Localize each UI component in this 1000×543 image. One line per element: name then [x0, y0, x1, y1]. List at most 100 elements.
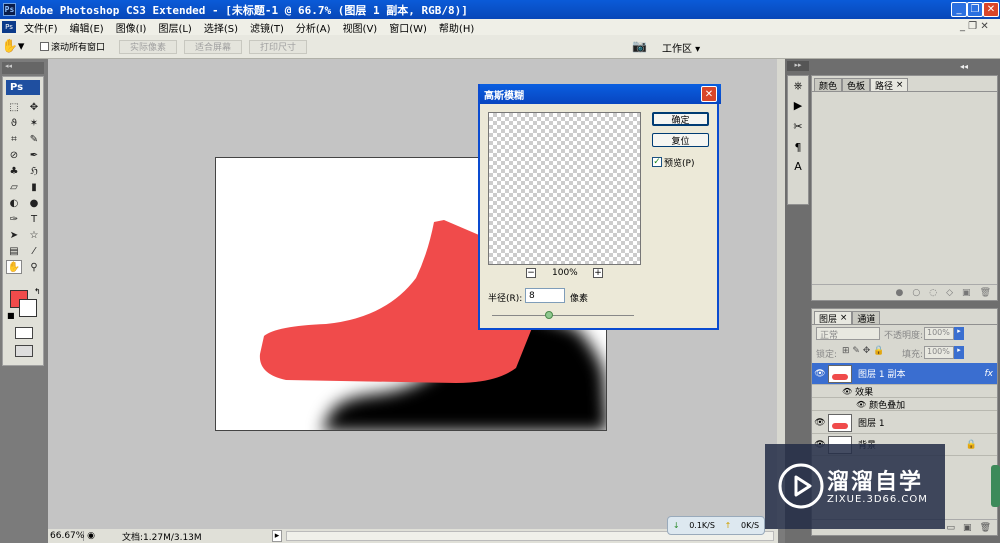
- history-panel-icon[interactable]: ⎈: [788, 79, 808, 93]
- effects-eye-icon[interactable]: 👁: [842, 387, 852, 396]
- pen-tool-icon[interactable]: ✑: [6, 212, 22, 226]
- layer-row-copy[interactable]: 👁 图层 1 副本 fx: [812, 363, 997, 385]
- fill-input[interactable]: 100%: [924, 346, 954, 359]
- healing-tool-icon[interactable]: ⊘: [6, 148, 22, 162]
- close-button[interactable]: ✕: [983, 2, 999, 17]
- fill-arrow-icon[interactable]: ▸: [954, 346, 964, 359]
- paragraph-panel-icon[interactable]: ¶: [788, 141, 808, 154]
- thumb-red-shape: [832, 373, 848, 380]
- blur-tool-icon[interactable]: ◐: [6, 196, 22, 210]
- path-select-tool-icon[interactable]: ➤: [6, 228, 22, 242]
- delete-layer-icon[interactable]: 🗑: [980, 523, 991, 533]
- crop-tool-icon[interactable]: ⌗: [6, 132, 22, 146]
- visibility-eye-icon[interactable]: 👁: [812, 369, 828, 379]
- actions-panel-icon[interactable]: ▶: [788, 99, 808, 112]
- panel-minimize-icon[interactable]: ◂◂: [960, 62, 968, 71]
- menu-select[interactable]: 选择(S): [198, 20, 244, 35]
- background-color-swatch[interactable]: [19, 299, 37, 317]
- character-panel-icon[interactable]: A: [788, 160, 808, 173]
- load-selection-icon[interactable]: ◌: [929, 288, 937, 298]
- menu-file[interactable]: 文件(F): [18, 20, 64, 35]
- eyedropper-tool-icon[interactable]: ⁄: [26, 244, 42, 258]
- workspace-button[interactable]: 工作区 ▾: [662, 40, 700, 55]
- visibility-eye-icon[interactable]: 👁: [812, 418, 828, 428]
- print-size-button[interactable]: 打印尺寸: [249, 39, 308, 54]
- opacity-arrow-icon[interactable]: ▸: [954, 327, 964, 340]
- layer-effects-row[interactable]: 👁 效果: [812, 385, 997, 398]
- restore-button[interactable]: ❐: [967, 2, 983, 17]
- lasso-tool-icon[interactable]: ϑ: [6, 116, 22, 130]
- toolbox-header[interactable]: ◂◂: [2, 62, 44, 74]
- ok-button[interactable]: 确定: [652, 112, 709, 126]
- preview-checkbox[interactable]: ✓: [652, 157, 662, 167]
- filter-preview[interactable]: [488, 112, 641, 265]
- menu-edit[interactable]: 编辑(E): [64, 20, 110, 35]
- doc-window-controls[interactable]: _ ❐ ✕: [960, 21, 989, 32]
- brush-tool-icon[interactable]: ✒: [26, 148, 42, 162]
- dialog-close-icon[interactable]: ✕: [701, 86, 717, 102]
- menu-help[interactable]: 帮助(H): [433, 20, 480, 35]
- hand-tool-icon[interactable]: ✋▾: [0, 39, 26, 54]
- tab-color[interactable]: 颜色: [814, 78, 843, 92]
- radius-slider-thumb[interactable]: [544, 311, 553, 319]
- reset-button[interactable]: 复位: [652, 133, 709, 147]
- new-layer-icon[interactable]: ▣: [963, 523, 972, 533]
- color-overlay-row[interactable]: 👁 颜色叠加: [812, 398, 997, 411]
- make-work-path-icon[interactable]: ◇: [946, 288, 953, 298]
- layer-row-1[interactable]: 👁 图层 1: [812, 412, 997, 434]
- default-colors-icon[interactable]: ■: [7, 311, 15, 320]
- stamp-tool-icon[interactable]: ♣: [6, 164, 22, 178]
- hand-tool-icon-toolbox[interactable]: ✋: [6, 260, 22, 274]
- layer-fx-icon[interactable]: fx: [985, 369, 994, 379]
- zoom-out-icon[interactable]: −: [526, 268, 536, 278]
- zoom-in-icon[interactable]: +: [593, 268, 603, 278]
- tab-paths[interactable]: 路径 ×: [870, 78, 909, 92]
- overlay-eye-icon[interactable]: 👁: [856, 400, 866, 409]
- move-tool-icon[interactable]: ✥: [26, 100, 42, 114]
- tab-channels[interactable]: 通道: [852, 311, 881, 325]
- actual-pixels-button[interactable]: 实际像素: [119, 39, 178, 54]
- tab-layers[interactable]: 图层 ×: [814, 311, 853, 325]
- stroke-path-icon[interactable]: ○: [912, 288, 920, 298]
- notes-tool-icon[interactable]: ▤: [6, 244, 22, 258]
- blend-mode-select[interactable]: 正常: [816, 327, 880, 341]
- marquee-tool-icon[interactable]: ⬚: [6, 100, 22, 114]
- menu-window[interactable]: 窗口(W): [383, 20, 433, 35]
- tab-swatches[interactable]: 色板: [842, 78, 871, 92]
- status-menu-arrow-icon[interactable]: ▸: [272, 530, 282, 542]
- zoom-tool-icon[interactable]: ⚲: [26, 260, 42, 274]
- fill-path-icon[interactable]: ●: [896, 288, 904, 298]
- shape-tool-icon[interactable]: ☆: [26, 228, 42, 242]
- menu-view[interactable]: 视图(V): [337, 20, 384, 35]
- type-tool-icon[interactable]: T: [26, 212, 42, 226]
- swap-colors-icon[interactable]: ↰: [34, 287, 41, 296]
- new-group-icon[interactable]: ▭: [947, 523, 956, 533]
- radius-slider-track[interactable]: [492, 315, 634, 316]
- menu-filter[interactable]: 滤镜(T): [244, 20, 290, 35]
- zoom-readout[interactable]: 66.67%: [48, 531, 84, 541]
- quick-mask-icon[interactable]: [15, 327, 33, 339]
- opacity-input[interactable]: 100%: [924, 327, 954, 340]
- tool-presets-panel-icon[interactable]: ✂: [788, 120, 808, 133]
- minimize-button[interactable]: _: [951, 2, 967, 17]
- slice-tool-icon[interactable]: ✎: [26, 132, 42, 146]
- dodge-tool-icon[interactable]: ●: [26, 196, 42, 210]
- magic-wand-tool-icon[interactable]: ✶: [26, 116, 42, 130]
- side-tab-handle[interactable]: [991, 465, 1000, 507]
- menu-analysis[interactable]: 分析(A): [290, 20, 337, 35]
- menu-layer[interactable]: 图层(L): [152, 20, 197, 35]
- eraser-tool-icon[interactable]: ▱: [6, 180, 22, 194]
- radius-input[interactable]: 8: [525, 288, 565, 303]
- fit-screen-button[interactable]: 适合屏幕: [184, 39, 243, 54]
- delete-path-icon[interactable]: 🗑: [980, 288, 991, 298]
- gradient-tool-icon[interactable]: ▮: [26, 180, 42, 194]
- menu-image[interactable]: 图像(I): [110, 20, 153, 35]
- lock-icons[interactable]: ⊞ ✎ ✥ 🔒: [842, 346, 884, 356]
- camera-icon[interactable]: 📷: [632, 39, 647, 53]
- new-path-icon[interactable]: ▣: [962, 288, 971, 298]
- history-brush-tool-icon[interactable]: ℌ: [26, 164, 42, 178]
- screen-mode-icon[interactable]: [15, 345, 33, 357]
- scroll-all-checkbox[interactable]: [40, 42, 49, 51]
- dialog-title-bar[interactable]: 高斯模糊: [480, 84, 721, 104]
- dock-collapse-icon[interactable]: ▸▸: [787, 61, 809, 71]
